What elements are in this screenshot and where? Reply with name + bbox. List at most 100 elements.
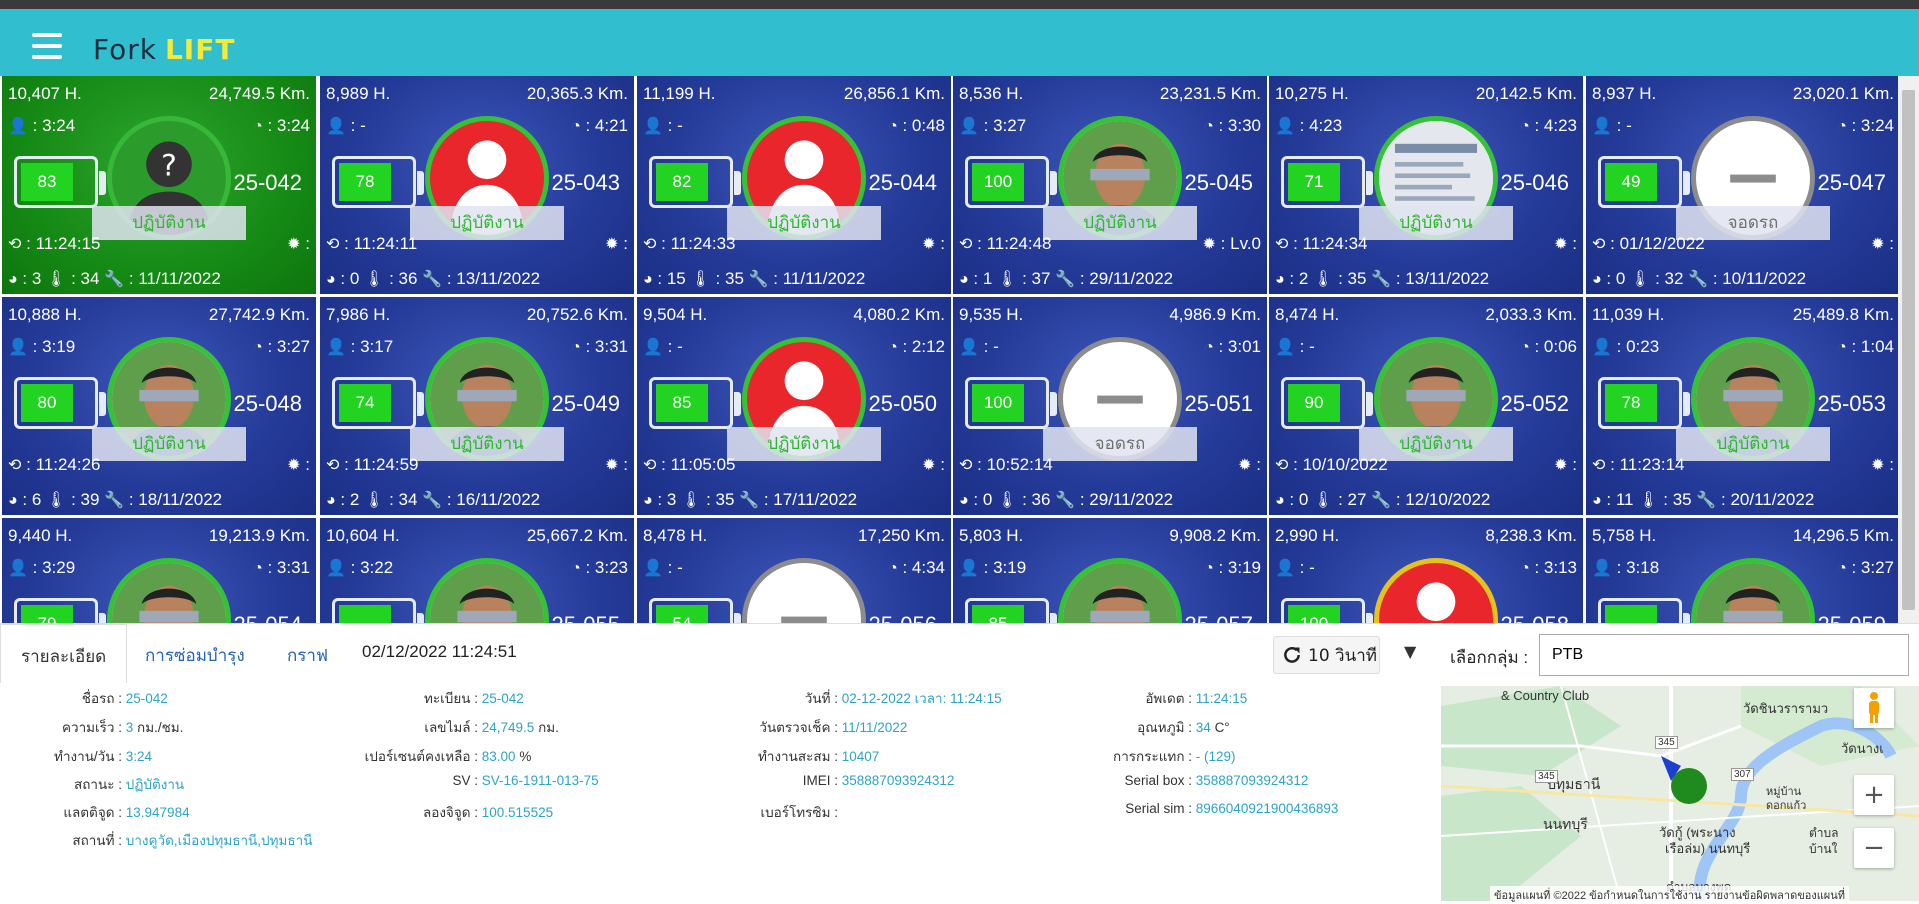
speedometer-icon: ◕ (959, 492, 969, 509)
wrench-icon: 🔧 (1696, 492, 1717, 509)
temp-value: 27 (1347, 490, 1367, 509)
user-icon: 👤 (1275, 560, 1295, 577)
maintenance-date: 16/11/2022 (456, 490, 541, 509)
operator-avatar (1058, 558, 1182, 623)
level-value: Lv.0 (1230, 234, 1261, 253)
forklift-card[interactable]: 7,986 H. 20,752.6 Km. 👤 : 3:17 ◔ : 3:31 74 25… (320, 297, 634, 515)
work-time-value: 3:19 (1227, 558, 1261, 577)
tab-graph[interactable]: กราฟ (287, 642, 328, 669)
operator-time-value: 0:23 (1626, 337, 1660, 356)
maintenance-date: 10/11/2022 (1722, 269, 1807, 288)
route-shield: 345 (1535, 770, 1558, 783)
card-operator-time: 👤 : 3:18 (1592, 558, 1660, 577)
forklift-card[interactable]: 8,937 H. 23,020.1 Km. 👤 : - ◔ : 3:24 49 25-04… (1586, 76, 1898, 294)
card-level: ✹ : (605, 455, 628, 474)
battery-level: 78 (339, 163, 391, 201)
forklift-card[interactable]: 5,758 H. 14,296.5 Km. 👤 : 3:18 ◔ : 3:27 25-0… (1586, 518, 1898, 623)
last-update-value: 11:24:15 (35, 234, 101, 253)
forklift-code: 25-051 (1184, 391, 1253, 416)
work-time-value: 2:12 (911, 337, 945, 356)
forklift-card[interactable]: 9,440 H. 19,213.9 Km. 👤 : 3:29 ◔ : 3:31 79 25… (2, 518, 316, 623)
map[interactable]: & Country Club วัดชินวรารามว วัดนางเ ปทุ… (1441, 686, 1919, 901)
operator-time-value: 3:27 (993, 116, 1027, 135)
user-icon: 👤 (8, 560, 28, 577)
forklift-card[interactable]: 11,039 H. 25,489.8 Km. 👤 : 0:23 ◔ : 1:04 78 2… (1586, 297, 1898, 515)
forklift-card[interactable]: 10,275 H. 20,142.5 Km. 👤 : 4:23 ◔ : 4:23 71 2… (1269, 76, 1583, 294)
tab-maintenance[interactable]: การซ่อมบำรุง (145, 642, 245, 669)
zoom-in-button[interactable]: + (1854, 775, 1894, 815)
history-icon: ⟲ (959, 457, 973, 474)
temp-value: 35 (1347, 269, 1367, 288)
forklift-card[interactable]: 8,474 H. 2,033.3 Km. 👤 : - ◔ : 0:06 90 25-052… (1269, 297, 1583, 515)
clock-24-icon: ◔ (1837, 339, 1847, 356)
battery-level: 74 (339, 384, 391, 422)
operator-time-value: - (993, 337, 999, 356)
card-hours: 8,937 H. (1592, 84, 1657, 103)
gear-icon: ✹ (605, 457, 619, 474)
battery-level: 100 (972, 163, 1024, 201)
card-hours: 10,604 H. (326, 526, 400, 545)
chevron-down-icon[interactable]: ▼ (1404, 642, 1416, 661)
card-hours: 9,535 H. (959, 305, 1024, 324)
card-operator-time: 👤 : - (1275, 337, 1315, 356)
battery-level: 54 (656, 605, 708, 623)
forklift-card[interactable]: 10,888 H. 27,742.9 Km. 👤 : 3:19 ◔ : 3:27 80 2… (2, 297, 316, 515)
work-time-value: 3:24 (1860, 116, 1894, 135)
wrench-icon: 🔧 (1055, 492, 1076, 509)
battery-level: 49 (1605, 163, 1657, 201)
detail-label: Serial box : (1124, 773, 1192, 788)
card-operator-time: 👤 : 3:24 (8, 116, 76, 135)
grid-scroll-thumb[interactable] (1902, 90, 1915, 610)
card-operator-time: 👤 : 3:17 (326, 337, 394, 356)
battery-level: 80 (21, 384, 73, 422)
thermometer-icon: 🌡 (997, 492, 1018, 509)
refresh-button[interactable]: 10 วินาที (1273, 636, 1380, 674)
forklift-card[interactable]: 9,504 H. 4,080.2 Km. 👤 : - ◔ : 2:12 85 25-050… (637, 297, 951, 515)
card-last-update: ⟲ : 11:24:26 (8, 455, 101, 474)
forklift-card[interactable]: 8,536 H. 23,231.5 Km. 👤 : 3:27 ◔ : 3:30 100 2… (953, 76, 1267, 294)
card-mileage: 4,080.2 Km. (853, 305, 945, 324)
work-time-value: 3:30 (1227, 116, 1261, 135)
detail-row: อัพเดต : 11:24:15 (0, 687, 1251, 709)
forklift-card[interactable]: 9,535 H. 4,986.9 Km. 👤 : - ◔ : 3:01 100 25-05… (953, 297, 1267, 515)
user-icon: 👤 (326, 339, 346, 356)
forklift-card[interactable]: 8,478 H. 17,250 Km. 👤 : - ◔ : 4:34 54 25-056 (637, 518, 951, 623)
card-work-time: ◔ : 3:31 (253, 558, 310, 577)
forklift-card[interactable]: 5,803 H. 9,908.2 Km. 👤 : 3:19 ◔ : 3:19 85 25-… (953, 518, 1267, 623)
forklift-card[interactable]: 2,990 H. 8,238.3 Km. 👤 : - ◔ : 3:13 100 25-05… (1269, 518, 1583, 623)
work-time-value: 4:21 (594, 116, 628, 135)
group-input[interactable] (1539, 634, 1909, 676)
status-badge: ปฏิบัติงาน (410, 427, 564, 461)
card-stats: ◕ : 0 🌡 : 36 🔧 : 29/11/2022 (959, 490, 1174, 509)
map-label: เรือล่ม) นนทบุรี (1665, 841, 1751, 856)
battery-icon: 49 (1598, 156, 1690, 208)
forklift-code: 25-049 (551, 391, 620, 416)
forklift-card[interactable]: 10,407 H. 24,749.5 Km. 👤 : 3:24 ◔ : 3:24 83?… (2, 76, 316, 294)
card-operator-time: 👤 : - (643, 558, 683, 577)
map-label: & Country Club (1501, 688, 1590, 703)
brand-logo[interactable]: Fork LIFT (93, 33, 235, 66)
user-icon: 👤 (959, 560, 979, 577)
clock-24-icon: ◔ (1520, 560, 1530, 577)
maintenance-date: 11/11/2022 (782, 269, 866, 288)
forklift-code: 25-053 (1817, 391, 1886, 416)
forklift-card[interactable]: 10,604 H. 25,667.2 Km. 👤 : 3:22 ◔ : 3:23 25-… (320, 518, 634, 623)
forklift-card[interactable]: 11,199 H. 26,856.1 Km. 👤 : - ◔ : 0:48 82 25-0… (637, 76, 951, 294)
battery-level (1605, 605, 1657, 623)
card-stats: ◕ : 0 🌡 : 36 🔧 : 13/11/2022 (326, 269, 541, 288)
zoom-out-button[interactable]: − (1854, 828, 1894, 868)
forklift-card[interactable]: 8,989 H. 20,365.3 Km. 👤 : - ◔ : 4:21 78 25-04… (320, 76, 634, 294)
menu-icon[interactable] (32, 33, 62, 63)
pegman-icon[interactable] (1854, 688, 1894, 728)
battery-level: 79 (21, 605, 73, 623)
battery-level: 100 (972, 384, 1024, 422)
tab-details[interactable]: รายละเอียด (0, 624, 128, 683)
history-icon: ⟲ (959, 236, 973, 253)
clock-24-icon: ◔ (253, 339, 263, 356)
work-time-value: 3:24 (276, 116, 310, 135)
battery-icon: 79 (14, 598, 106, 623)
card-last-update: ⟲ : 11:24:15 (8, 234, 101, 253)
refresh-interval: 10 วินาที (1308, 645, 1377, 666)
card-hours: 5,758 H. (1592, 526, 1657, 545)
user-icon: 👤 (959, 339, 979, 356)
